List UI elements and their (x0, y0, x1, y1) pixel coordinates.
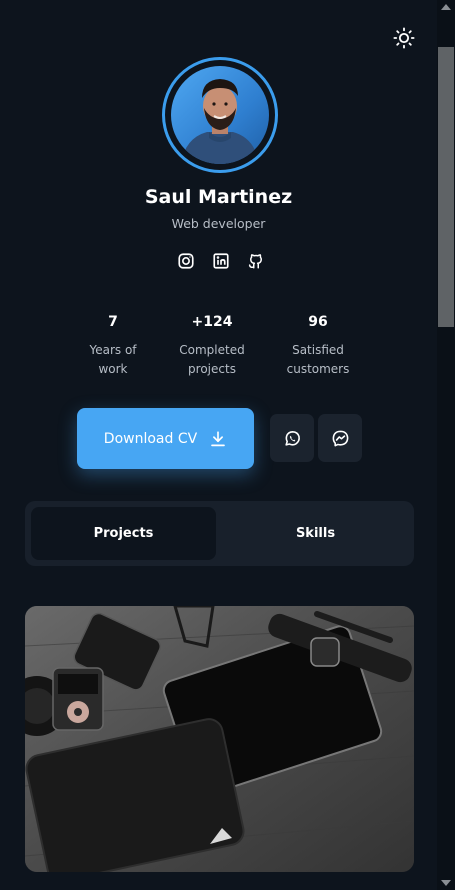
messenger-button[interactable] (318, 414, 362, 462)
stat-value: 7 (108, 314, 118, 330)
download-cv-button[interactable]: Download CV (77, 408, 254, 469)
stat-projects: +124 Completed projects (172, 313, 252, 379)
stat-years: 7 Years of work (83, 313, 143, 379)
social-links (176, 251, 266, 271)
section-tabs: Projects Skills (25, 501, 414, 566)
scrollbar[interactable] (437, 0, 455, 890)
tab-skills[interactable]: Skills (223, 507, 408, 560)
project-card[interactable] (25, 606, 414, 872)
avatar (171, 66, 269, 164)
download-cv-label: Download CV (103, 430, 198, 447)
tab-projects[interactable]: Projects (31, 507, 216, 560)
whatsapp-button[interactable] (270, 414, 314, 462)
github-icon[interactable] (246, 251, 266, 271)
profile-name: Saul Martinez (144, 186, 293, 208)
stat-label: Satisfied customers (286, 343, 350, 376)
stat-customers: 96 Satisfied customers (278, 313, 358, 379)
messenger-icon (332, 430, 348, 446)
avatar-ring (162, 57, 278, 173)
stat-label: Completed projects (179, 343, 245, 376)
profile-role: Web developer (171, 216, 266, 231)
instagram-icon[interactable] (176, 251, 196, 271)
scroll-up-arrow[interactable] (441, 4, 451, 10)
scroll-down-arrow[interactable] (441, 880, 451, 886)
stat-label: Years of work (89, 343, 137, 376)
scrollbar-thumb[interactable] (438, 47, 454, 327)
theme-toggle-button[interactable] (392, 26, 416, 50)
stat-value: +124 (191, 314, 233, 330)
whatsapp-icon (284, 430, 300, 446)
project-image (25, 606, 414, 872)
download-icon (211, 430, 226, 446)
linkedin-icon[interactable] (211, 251, 231, 271)
sun-icon (393, 27, 415, 49)
stat-value: 96 (308, 314, 328, 330)
